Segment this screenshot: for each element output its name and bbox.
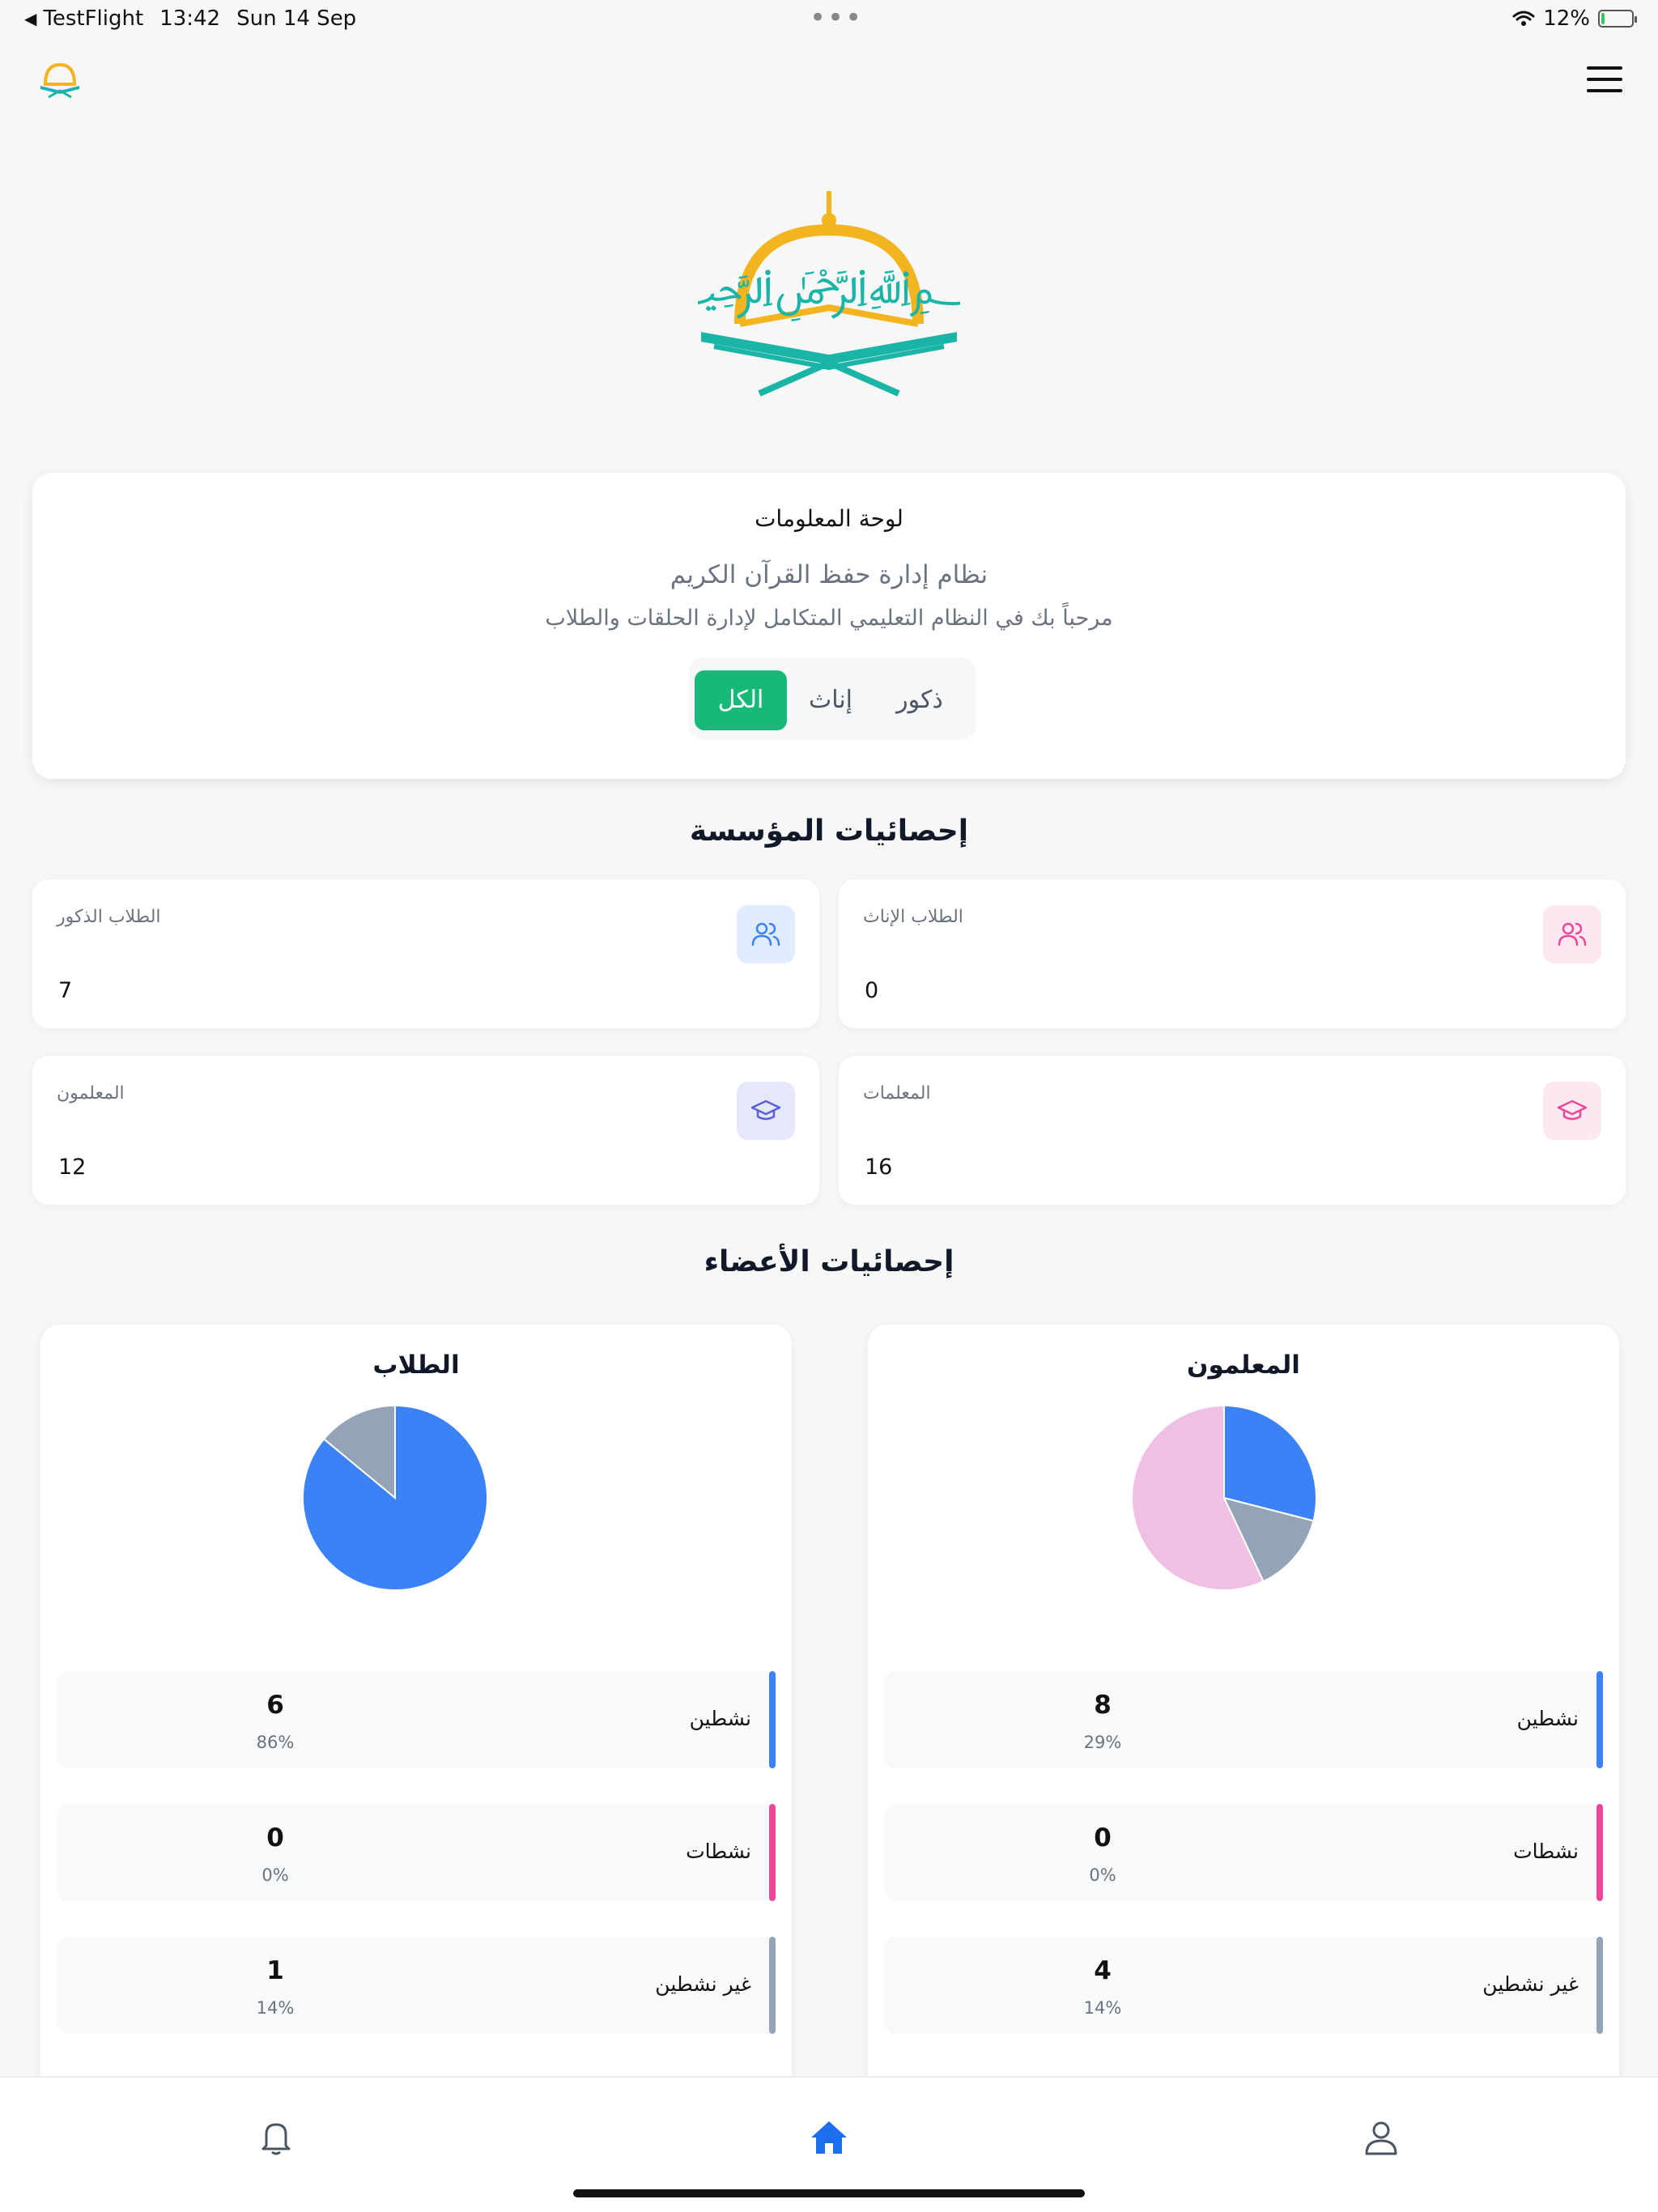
row-color-bar bbox=[1596, 1804, 1603, 1901]
svg-text:﷽: ﷽ bbox=[698, 258, 960, 321]
stat-label: الطلاب الذكور bbox=[57, 907, 161, 927]
row-color-bar bbox=[769, 1804, 776, 1901]
status-right: 12% bbox=[1512, 6, 1637, 31]
back-to-app-icon[interactable]: ◀ bbox=[24, 9, 36, 28]
stat-row-active-female: نشطات 0 0% bbox=[57, 1804, 776, 1901]
row-label: نشطين bbox=[1516, 1707, 1579, 1730]
stat-card-female-teachers[interactable]: المعلمات 16 bbox=[839, 1056, 1626, 1205]
stat-row-active-female: نشطات 0 0% bbox=[884, 1804, 1603, 1901]
user-icon bbox=[1365, 2121, 1397, 2155]
status-left: ◀ TestFlight 13:42 Sun 14 Sep bbox=[24, 6, 356, 31]
member-stats-title: إحصائيات الأعضاء bbox=[704, 1245, 954, 1278]
menu-button[interactable] bbox=[1587, 66, 1622, 92]
row-color-bar bbox=[1596, 1671, 1603, 1768]
row-color-bar bbox=[1596, 1937, 1603, 2034]
ahl-alquran-logo: ﷽ bbox=[698, 191, 960, 397]
stat-card-female-students[interactable]: الطلاب الإناث 0 bbox=[839, 879, 1626, 1028]
status-time: 13:42 bbox=[159, 6, 221, 31]
wifi-icon bbox=[1512, 11, 1535, 26]
institution-stats-title: إحصائيات المؤسسة bbox=[689, 815, 969, 848]
students-pie-chart bbox=[302, 1404, 488, 1591]
panel-title: المعلمون bbox=[1187, 1351, 1300, 1380]
back-app-label[interactable]: TestFlight bbox=[43, 6, 143, 31]
status-bar: ◀ TestFlight 13:42 Sun 14 Sep ••• 12% bbox=[0, 0, 1658, 39]
row-label: غير نشطين bbox=[1482, 1972, 1579, 1996]
stat-label: الطلاب الإناث bbox=[863, 907, 963, 927]
stat-value: 0 bbox=[865, 978, 879, 1003]
users-icon bbox=[1543, 905, 1601, 963]
home-tab[interactable] bbox=[805, 2113, 853, 2162]
app-logo-small[interactable] bbox=[37, 60, 83, 99]
welcome-text: مرحباً بك في النظام التعليمي المتكامل لإ… bbox=[545, 606, 1113, 631]
stat-value: 7 bbox=[58, 978, 73, 1003]
battery-percent: 12% bbox=[1543, 6, 1590, 31]
row-percent: 14% bbox=[256, 1998, 295, 2018]
battery-fill bbox=[1601, 13, 1605, 24]
users-icon bbox=[737, 905, 795, 963]
stat-label: المعلمون bbox=[57, 1083, 125, 1104]
row-count: 8 bbox=[1094, 1691, 1112, 1720]
panel-title: الطلاب bbox=[372, 1351, 460, 1380]
stat-label: المعلمات bbox=[863, 1083, 931, 1104]
battery-icon bbox=[1598, 10, 1637, 28]
row-label: غير نشطين bbox=[655, 1972, 751, 1996]
menu-line bbox=[1587, 89, 1622, 92]
gender-filter: ذكور إناث الكل bbox=[688, 657, 976, 740]
stat-card-male-teachers[interactable]: المعلمون 12 bbox=[32, 1056, 819, 1205]
row-percent: 0% bbox=[261, 1865, 289, 1885]
multitasking-dots[interactable]: ••• bbox=[810, 2, 863, 34]
row-percent: 14% bbox=[1083, 1998, 1122, 2018]
home-icon bbox=[811, 2121, 847, 2154]
filter-female-button[interactable]: إناث bbox=[789, 670, 873, 730]
filter-all-button[interactable]: الكل bbox=[695, 670, 787, 730]
teachers-pie-chart bbox=[1131, 1404, 1317, 1591]
menu-line bbox=[1587, 66, 1622, 70]
row-label: نشطات bbox=[1513, 1840, 1579, 1863]
row-count: 6 bbox=[266, 1691, 284, 1720]
row-label: نشطات bbox=[686, 1840, 751, 1863]
row-percent: 29% bbox=[1083, 1733, 1122, 1752]
row-percent: 0% bbox=[1089, 1865, 1116, 1885]
row-color-bar bbox=[769, 1671, 776, 1768]
home-indicator[interactable] bbox=[573, 2189, 1085, 2197]
filter-male-button[interactable]: ذكور bbox=[873, 670, 967, 730]
row-percent: 86% bbox=[256, 1733, 295, 1752]
profile-tab[interactable] bbox=[1357, 2113, 1405, 2162]
row-label: نشطين bbox=[689, 1707, 751, 1730]
dashboard-title: لوحة المعلومات bbox=[755, 505, 903, 532]
stat-card-male-students[interactable]: الطلاب الذكور 7 bbox=[32, 879, 819, 1028]
row-count: 4 bbox=[1094, 1956, 1112, 1985]
stat-row-active-male: نشطين 8 29% bbox=[884, 1671, 1603, 1768]
stat-row-active-male: نشطين 6 86% bbox=[57, 1671, 776, 1768]
graduation-cap-icon bbox=[737, 1082, 795, 1140]
row-count: 1 bbox=[266, 1956, 284, 1985]
bell-icon bbox=[261, 2123, 291, 2155]
row-color-bar bbox=[769, 1937, 776, 2034]
status-date: Sun 14 Sep bbox=[236, 6, 357, 31]
app-screen: ◀ TestFlight 13:42 Sun 14 Sep ••• 12% ﷽ … bbox=[0, 0, 1658, 2212]
notifications-tab[interactable] bbox=[252, 2113, 300, 2162]
system-subtitle: نظام إدارة حفظ القرآن الكريم bbox=[670, 560, 988, 589]
stat-row-inactive: غير نشطين 4 14% bbox=[884, 1937, 1603, 2034]
dashboard-info-card: لوحة المعلومات نظام إدارة حفظ القرآن الك… bbox=[32, 473, 1626, 779]
stat-value: 16 bbox=[865, 1155, 893, 1180]
row-count: 0 bbox=[1094, 1823, 1112, 1853]
stat-value: 12 bbox=[58, 1155, 87, 1180]
row-count: 0 bbox=[266, 1823, 284, 1853]
menu-line bbox=[1587, 78, 1622, 81]
graduation-cap-icon bbox=[1543, 1082, 1601, 1140]
stat-row-inactive: غير نشطين 1 14% bbox=[57, 1937, 776, 2034]
